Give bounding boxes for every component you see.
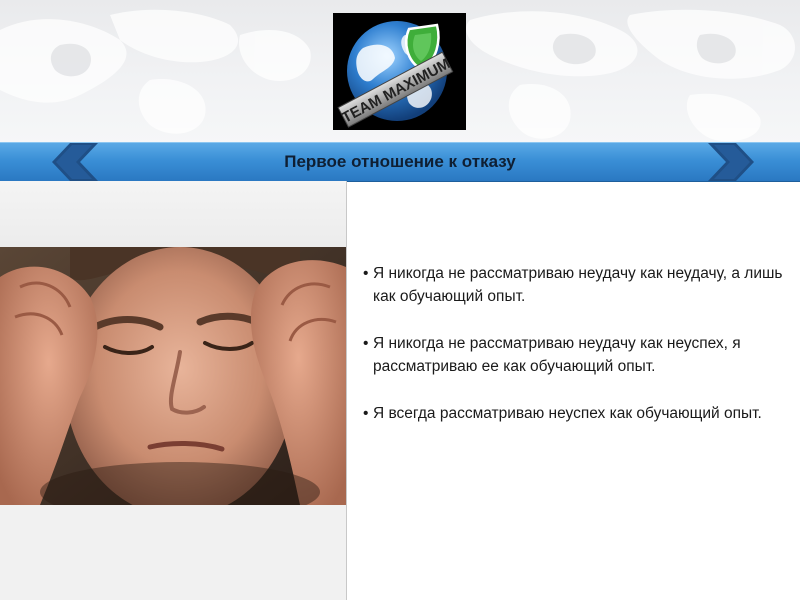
bullet-text: Я никогда не рассматриваю неудачу как не… [373,335,741,375]
chevron-right-icon [708,143,754,181]
bullet-list: • Я никогда не рассматриваю неудачу как … [363,262,783,449]
slide-title: Первое отношение к отказу [284,152,516,171]
bullet-item: • Я всегда рассматриваю неуспех как обуч… [363,402,783,425]
photo-frame-bottom [0,505,346,600]
bullet-text: Я никогда не рассматриваю неудачу как не… [373,265,783,305]
stressed-man-photo [0,247,346,505]
title-bar: Первое отношение к отказу [0,142,800,182]
bullet-item: • Я никогда не рассматриваю неудачу как … [363,262,783,308]
bullet-marker: • [363,405,369,422]
photo-frame-top [0,181,346,247]
bullet-marker: • [363,265,369,282]
slide: TEAM MAXIMUM Первое отношение к отказу •… [0,0,800,600]
team-logo: TEAM MAXIMUM [333,13,466,130]
bullet-marker: • [363,335,369,352]
bullet-text: Я всегда рассматриваю неуспех как обучаю… [373,405,762,422]
bullet-item: • Я никогда не рассматриваю неудачу как … [363,332,783,378]
content-divider [346,181,347,600]
